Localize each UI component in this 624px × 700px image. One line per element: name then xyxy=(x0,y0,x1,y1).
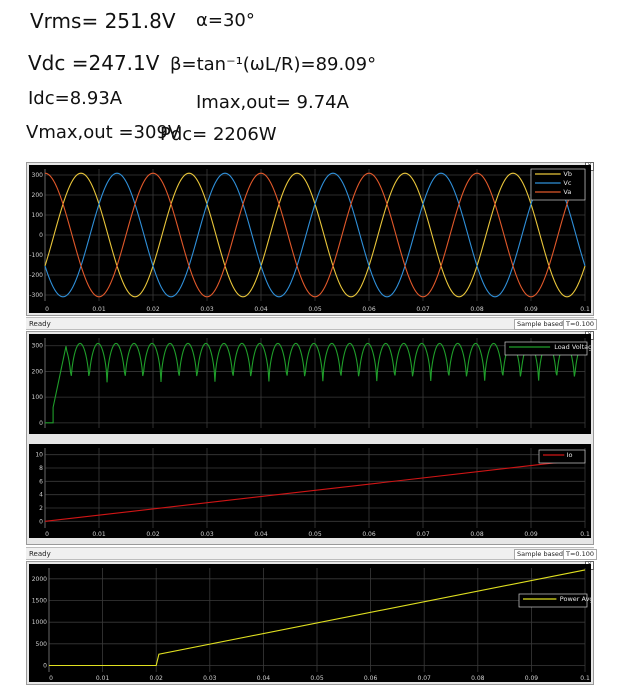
status-ready: Ready xyxy=(29,320,51,328)
status-time: T=0.100 xyxy=(563,549,598,560)
scope-window-load: × 3002001000Load Voltage 00.010.020.030.… xyxy=(26,331,594,545)
y-tick-label: 200 xyxy=(32,192,44,199)
legend-label: Io xyxy=(567,451,573,459)
x-tick-label: 0.08 xyxy=(470,306,484,313)
y-tick-label: 1500 xyxy=(32,598,47,605)
y-tick-label: 6 xyxy=(39,478,43,485)
x-tick-label: 0.03 xyxy=(200,306,214,313)
power-avg-plot: 0 0.01 0.02 0.03 0.04 0.05 0.06 0.07 0.08 0.09 0.1… xyxy=(29,564,591,682)
y-tick-label: 8 xyxy=(39,465,43,472)
y-tick-label: 1000 xyxy=(32,619,47,626)
y-tick-label: 0 xyxy=(43,663,47,670)
status-ready: Ready xyxy=(29,550,51,558)
y-tick-label: 500 xyxy=(36,641,48,648)
legend-box xyxy=(538,449,586,464)
x-tick-label: 0.01 xyxy=(92,306,106,313)
y-tick-label: 2000 xyxy=(32,576,47,583)
x-tick-label: 0.05 xyxy=(308,531,322,538)
x-tick-label: 0.01 xyxy=(96,675,110,682)
x-tick-label: 0.08 xyxy=(470,531,484,538)
x-tick-label: 0.01 xyxy=(92,531,106,538)
y-tick-label: 100 xyxy=(32,394,44,401)
x-tick-label: 0.03 xyxy=(203,675,217,682)
legend-label: Vc xyxy=(563,179,571,187)
status-mode: Sample based xyxy=(514,319,567,330)
y-tick-label: 0 xyxy=(39,518,43,525)
y-tick-label: 300 xyxy=(32,343,44,350)
legend-label: Load Voltage xyxy=(554,343,591,351)
y-tick-label: 0 xyxy=(39,232,43,239)
note-beta: β=tan⁻¹(ωL/R)=89.09° xyxy=(170,54,376,75)
note-pdc: Pdc= 2206W xyxy=(160,124,277,145)
note-imax: Imax,out= 9.74A xyxy=(196,92,350,113)
status-time: T=0.100 xyxy=(563,319,598,330)
x-tick-label: 0 xyxy=(45,531,49,538)
source-voltage-plot: 0 0.01 0.02 0.03 0.04 0.05 0.06 0.07 0.08 0.09 0.1… xyxy=(29,165,591,313)
x-tick-label: 0.08 xyxy=(471,675,485,682)
status-mode: Sample based xyxy=(514,549,567,560)
x-tick-label: 0.06 xyxy=(364,675,378,682)
status-bar-2: Ready Sample based T=0.100 xyxy=(26,547,598,560)
y-tick-label: 200 xyxy=(32,368,44,375)
x-tick-label: 0.04 xyxy=(254,531,268,538)
x-tick-label: 0.02 xyxy=(146,531,160,538)
x-tick-label: 0.07 xyxy=(418,675,432,682)
legend-label: Power Avg xyxy=(560,595,591,603)
plot-background xyxy=(29,564,591,682)
scope-window-source: × 00.010.020.030.040.050.060.070.080.090… xyxy=(26,162,594,316)
y-tick-label: -100 xyxy=(29,252,43,259)
x-tick-label: 0.1 xyxy=(580,306,590,313)
legend-label: Vb xyxy=(563,170,572,178)
y-tick-label: 100 xyxy=(32,212,44,219)
x-tick-label: 0.04 xyxy=(257,675,271,682)
x-tick-label: 0.04 xyxy=(254,306,268,313)
x-tick-label: 0.02 xyxy=(146,306,160,313)
x-tick-label: 0.02 xyxy=(150,675,164,682)
x-tick-label: 0.07 xyxy=(416,531,430,538)
y-tick-label: -300 xyxy=(29,292,43,299)
x-tick-label: 0.06 xyxy=(362,306,376,313)
x-tick-label: 0 xyxy=(45,306,49,313)
x-tick-label: 0.1 xyxy=(580,531,590,538)
y-tick-label: 4 xyxy=(39,492,43,499)
x-tick-label: 0.09 xyxy=(524,531,538,538)
y-tick-label: 2 xyxy=(39,505,43,512)
x-tick-label: 0.05 xyxy=(308,306,322,313)
x-tick-label: 0.06 xyxy=(362,531,376,538)
x-tick-label: 0.09 xyxy=(525,675,539,682)
y-tick-label: -200 xyxy=(29,272,43,279)
load-voltage-plot: 300 200 100 0 Load Voltage xyxy=(29,334,591,434)
note-vrms: Vrms= 251.8V xyxy=(30,9,176,33)
y-tick-label: 0 xyxy=(39,420,43,427)
x-tick-label: 0.03 xyxy=(200,531,214,538)
output-current-plot: 0 0.01 0.02 0.03 0.04 0.05 0.06 0.07 0.08 0.09 0.1… xyxy=(29,444,591,538)
x-tick-label: 0 xyxy=(49,675,53,682)
status-bar-1: Ready Sample based T=0.100 xyxy=(26,317,598,330)
x-tick-label: 0.07 xyxy=(416,306,430,313)
note-alpha: α=30° xyxy=(196,10,255,31)
note-idc: Idc=8.93A xyxy=(28,88,123,109)
handwritten-notes: Vrms= 251.8V α=30° Vdc =247.1V β=tan⁻¹(ω… xyxy=(26,9,376,145)
note-vmax: Vmax,out =309V xyxy=(26,122,181,143)
y-tick-label: 300 xyxy=(32,172,44,179)
scope-window-power: × 00.010.020.030.040.050.060.070.080.090… xyxy=(26,561,594,685)
y-tick-label: 10 xyxy=(35,452,43,459)
note-vdc: Vdc =247.1V xyxy=(28,51,160,75)
x-tick-label: 0.09 xyxy=(524,306,538,313)
plot-background xyxy=(29,165,591,313)
x-tick-label: 0.05 xyxy=(310,675,324,682)
legend-label: Va xyxy=(563,188,571,196)
x-tick-label: 0.1 xyxy=(580,675,590,682)
